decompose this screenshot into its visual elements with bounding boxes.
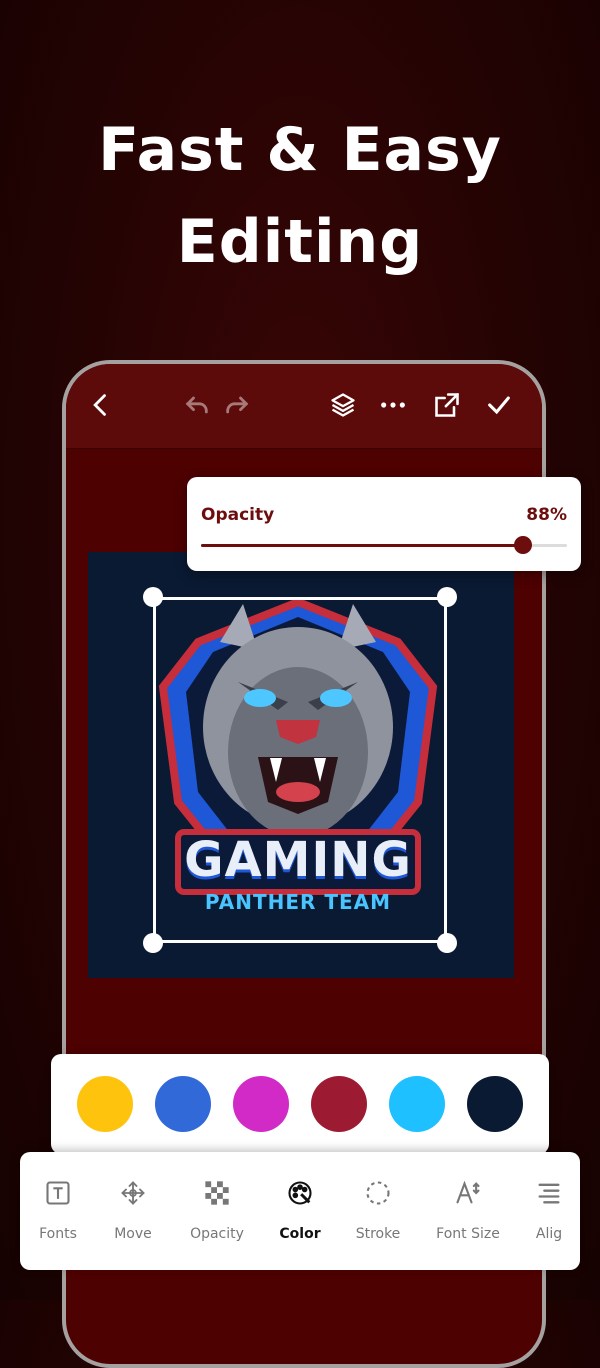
tool-label: Font Size <box>436 1226 500 1242</box>
opacity-label: Opacity <box>201 505 275 525</box>
export-icon[interactable] <box>430 388 464 422</box>
color-swatch-panel <box>51 1054 549 1154</box>
headline-line-2: Editing <box>176 207 424 277</box>
tool-align[interactable]: Alig <box>506 1178 580 1242</box>
opacity-slider[interactable] <box>201 536 567 554</box>
tool-move[interactable]: Move <box>90 1178 176 1242</box>
move-icon <box>90 1178 176 1208</box>
selection-frame[interactable] <box>153 597 447 943</box>
tool-stroke[interactable]: Stroke <box>335 1178 421 1242</box>
color-palette-icon <box>257 1178 343 1208</box>
opacity-slider-thumb[interactable] <box>514 536 533 554</box>
tool-label: Move <box>114 1226 152 1242</box>
redo-icon[interactable] <box>220 388 254 422</box>
color-swatch[interactable] <box>467 1076 523 1132</box>
undo-icon[interactable] <box>180 388 214 422</box>
tool-label: Alig <box>535 1226 563 1242</box>
back-icon[interactable] <box>84 388 118 422</box>
check-icon[interactable] <box>482 388 516 422</box>
resize-handle-bottom-right[interactable] <box>437 933 457 953</box>
resize-handle-top-right[interactable] <box>437 587 457 607</box>
tool-label: Color <box>279 1226 321 1242</box>
tool-font-size[interactable]: Font Size <box>425 1178 511 1242</box>
tool-opacity[interactable]: Opacity <box>174 1178 260 1242</box>
bottom-toolbar: Fonts Move Opacity Color Stroke Font Siz… <box>20 1152 580 1270</box>
headline-line-1: Fast & Easy <box>98 115 502 185</box>
opacity-slider-fill <box>201 544 524 547</box>
align-icon <box>506 1178 580 1208</box>
resize-handle-bottom-left[interactable] <box>143 933 163 953</box>
headline: Fast & Easy Editing <box>0 104 600 288</box>
color-swatch[interactable] <box>311 1076 367 1132</box>
color-swatch[interactable] <box>155 1076 211 1132</box>
tool-color[interactable]: Color <box>257 1178 343 1242</box>
color-swatch[interactable] <box>389 1076 445 1132</box>
dashed-circle-icon <box>335 1178 421 1208</box>
editor-topbar <box>66 364 542 449</box>
tool-label: Stroke <box>355 1226 401 1242</box>
tool-fonts[interactable]: Fonts <box>20 1178 101 1242</box>
tool-label: Fonts <box>39 1226 77 1242</box>
tool-label: Opacity <box>190 1226 244 1242</box>
opacity-panel: Opacity 88% <box>187 477 581 571</box>
opacity-value: 88% <box>526 505 567 525</box>
color-swatch[interactable] <box>77 1076 133 1132</box>
color-swatch[interactable] <box>233 1076 289 1132</box>
text-box-icon <box>20 1178 101 1208</box>
font-size-icon <box>425 1178 511 1208</box>
checkerboard-icon <box>174 1178 260 1208</box>
more-icon[interactable] <box>376 388 410 422</box>
layers-icon[interactable] <box>326 388 360 422</box>
resize-handle-top-left[interactable] <box>143 587 163 607</box>
